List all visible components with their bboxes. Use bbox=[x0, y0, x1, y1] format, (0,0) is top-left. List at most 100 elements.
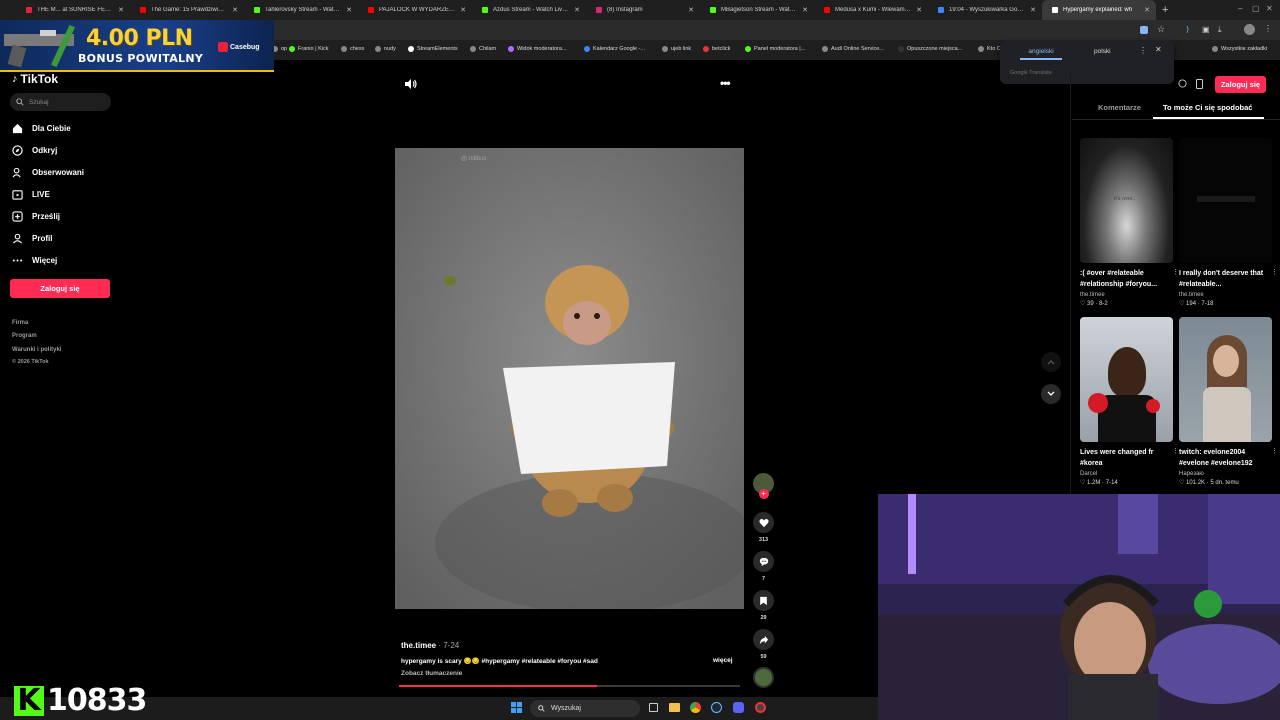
tab-close-icon[interactable]: ✕ bbox=[688, 6, 694, 14]
browser-tab[interactable]: The Game: 15 Prawdziwiaków w ✕ bbox=[130, 0, 244, 20]
profile-avatar[interactable] bbox=[1244, 24, 1255, 35]
video-player[interactable]: @.mitbus bbox=[395, 148, 744, 609]
tiktok-logo[interactable]: ♪ TikTok bbox=[12, 72, 58, 86]
video-options-icon[interactable]: ••• bbox=[720, 76, 731, 90]
translate-close-icon[interactable]: ✕ bbox=[1155, 45, 1162, 54]
next-video-button[interactable] bbox=[1041, 384, 1061, 404]
bookmark-item[interactable]: Chilam bbox=[470, 46, 496, 52]
card-options-icon[interactable]: ⋮ bbox=[1271, 447, 1278, 455]
suggested-video-card[interactable]: I really don't deserve that #relateable.… bbox=[1179, 138, 1278, 307]
caption-more-link[interactable]: więcej bbox=[713, 657, 733, 664]
card-options-icon[interactable]: ⋮ bbox=[1271, 268, 1278, 276]
nav-item-following[interactable]: Obserwowani bbox=[12, 167, 84, 178]
browser-tab[interactable]: Azdus Stream - Watch Live o ✕ bbox=[472, 0, 586, 20]
author-avatar[interactable]: + bbox=[753, 473, 774, 499]
translate-tab-target[interactable]: polski bbox=[1094, 48, 1111, 55]
bookmark-item[interactable]: nudy bbox=[375, 46, 396, 52]
discord-icon[interactable] bbox=[733, 702, 744, 713]
translate-icon[interactable] bbox=[1140, 26, 1148, 34]
footer-program[interactable]: Program bbox=[12, 333, 37, 339]
browser-tab[interactable]: (8) Instagram ✕ bbox=[586, 0, 700, 20]
browser-tab[interactable]: THE M... at SUNRISE FESTIV ✕ bbox=[16, 0, 130, 20]
bookmark-item[interactable]: Opuszczone miejsca... bbox=[898, 46, 962, 52]
footer-terms[interactable]: Warunki i polityki bbox=[12, 347, 61, 353]
search-input[interactable]: Szukaj bbox=[10, 93, 111, 111]
card-options-icon[interactable]: ⋮ bbox=[1172, 268, 1179, 276]
video-author[interactable]: the.timee · 7-24 bbox=[401, 641, 459, 650]
like-button[interactable]: 313 bbox=[753, 512, 774, 543]
tab-comments[interactable]: Komentarze bbox=[1098, 103, 1141, 112]
bookmark-item[interactable]: Franio | Kick bbox=[289, 46, 328, 52]
extension-icon[interactable]: ⟩ bbox=[1186, 25, 1189, 34]
share-button[interactable]: 59 bbox=[753, 629, 774, 660]
browser-tab[interactable]: Hypergamy explained: wh ✕ bbox=[1042, 0, 1156, 20]
download-icon[interactable]: ⤓ bbox=[1218, 25, 1222, 35]
obs-icon[interactable] bbox=[755, 702, 766, 713]
bookmark-item[interactable]: op bbox=[272, 46, 287, 52]
tab-close-icon[interactable]: ✕ bbox=[460, 6, 466, 14]
browser-tab[interactable]: PAJALOCK W WYDARZENIACH ✕ bbox=[358, 0, 472, 20]
compass-icon[interactable] bbox=[1178, 79, 1187, 88]
bookmark-item[interactable]: chess bbox=[341, 46, 364, 52]
browser-tab[interactable]: 19:04 - Wyszukiwarka Google ✕ bbox=[928, 0, 1042, 20]
windows-start-icon[interactable] bbox=[511, 702, 523, 714]
translate-options-icon[interactable]: ⋮ bbox=[1139, 46, 1147, 55]
close-window-button[interactable]: ✕ bbox=[1266, 4, 1273, 13]
bookmark-item[interactable]: Wszystkie zakładki bbox=[1212, 46, 1267, 52]
login-button[interactable]: Zaloguj się bbox=[10, 279, 110, 298]
header-login-button[interactable]: Zaloguj się bbox=[1215, 76, 1266, 93]
tab-close-icon[interactable]: ✕ bbox=[346, 6, 352, 14]
see-translation-link[interactable]: Zobacz tłumaczenie bbox=[401, 670, 462, 677]
video-progress-bar[interactable] bbox=[399, 685, 740, 687]
bookmark-item[interactable]: ujeb link bbox=[662, 46, 691, 52]
browser-tab[interactable]: Tahlerovsky Stream - Watch L ✕ bbox=[244, 0, 358, 20]
footer-company[interactable]: Firma bbox=[12, 320, 28, 326]
chrome-icon[interactable] bbox=[690, 702, 701, 713]
bookmark-item[interactable]: Panel moderatora |... bbox=[745, 46, 805, 52]
file-explorer-icon[interactable] bbox=[669, 703, 680, 712]
bookmark-item[interactable]: Audi Online Service... bbox=[822, 46, 884, 52]
bookmark-item[interactable]: Kalendarz Google -... bbox=[584, 46, 645, 52]
suggested-video-card[interactable]: it's over.. :( #over #relateable #relati… bbox=[1080, 138, 1179, 307]
tab-close-icon[interactable]: ✕ bbox=[916, 6, 922, 14]
follow-plus-icon[interactable]: + bbox=[758, 489, 769, 499]
tab-close-icon[interactable]: ✕ bbox=[574, 6, 580, 14]
save-button[interactable]: 29 bbox=[753, 590, 774, 621]
new-tab-button[interactable]: + bbox=[1162, 4, 1168, 16]
nav-item-for-you[interactable]: Dla Ciebie bbox=[12, 123, 71, 134]
music-disc[interactable] bbox=[753, 667, 774, 688]
taskbar-search[interactable]: Wyszukaj bbox=[530, 700, 640, 717]
maximize-button[interactable]: ▢ bbox=[1252, 4, 1260, 13]
suggested-video-card[interactable]: twitch: evelone2004 #evelone #evelone192… bbox=[1179, 317, 1278, 486]
steam-icon[interactable] bbox=[711, 702, 722, 713]
task-view-icon[interactable] bbox=[649, 703, 658, 712]
tab-close-icon[interactable]: ✕ bbox=[1144, 6, 1150, 14]
translate-tab-source[interactable]: angielski bbox=[1020, 48, 1062, 60]
bookmark-star-icon[interactable]: ☆ bbox=[1157, 24, 1165, 35]
volume-icon[interactable] bbox=[404, 78, 418, 90]
nav-item-explore[interactable]: Odkryj bbox=[12, 145, 57, 156]
nav-item-live[interactable]: LIVE bbox=[12, 189, 50, 200]
tab-close-icon[interactable]: ✕ bbox=[118, 6, 124, 14]
tab-close-icon[interactable]: ✕ bbox=[1030, 6, 1036, 14]
previous-video-button[interactable] bbox=[1041, 352, 1061, 372]
phone-icon[interactable] bbox=[1196, 79, 1203, 89]
suggested-video-card[interactable]: Lives were changed fr #korea ⋮ Darcel ♡ … bbox=[1080, 317, 1179, 486]
card-options-icon[interactable]: ⋮ bbox=[1172, 447, 1179, 455]
bookmark-item[interactable]: Kto Ci bbox=[978, 46, 1002, 52]
browser-tab[interactable]: Medusa x Kumi - Wlewam do ✕ bbox=[814, 0, 928, 20]
menu-dots-icon[interactable]: ⋮ bbox=[1264, 24, 1272, 33]
minimize-button[interactable]: – bbox=[1238, 4, 1242, 13]
tab-suggested[interactable]: To może Ci się spodobać bbox=[1163, 103, 1252, 112]
puzzle-icon[interactable]: ▣ bbox=[1202, 25, 1210, 34]
bookmark-item[interactable]: StreamElements bbox=[408, 46, 458, 52]
nav-item-upload[interactable]: Prześlij bbox=[12, 211, 60, 222]
comment-button[interactable]: 7 bbox=[753, 551, 774, 582]
browser-tab[interactable]: MBagietson Stream - Watch L ✕ bbox=[700, 0, 814, 20]
bookmark-item[interactable]: betclick bbox=[703, 46, 730, 52]
tab-close-icon[interactable]: ✕ bbox=[232, 6, 238, 14]
nav-item-more[interactable]: Więcej bbox=[12, 255, 57, 266]
nav-item-profile[interactable]: Profil bbox=[12, 233, 52, 244]
tab-close-icon[interactable]: ✕ bbox=[802, 6, 808, 14]
bookmark-item[interactable]: Widok moderatora... bbox=[508, 46, 567, 52]
